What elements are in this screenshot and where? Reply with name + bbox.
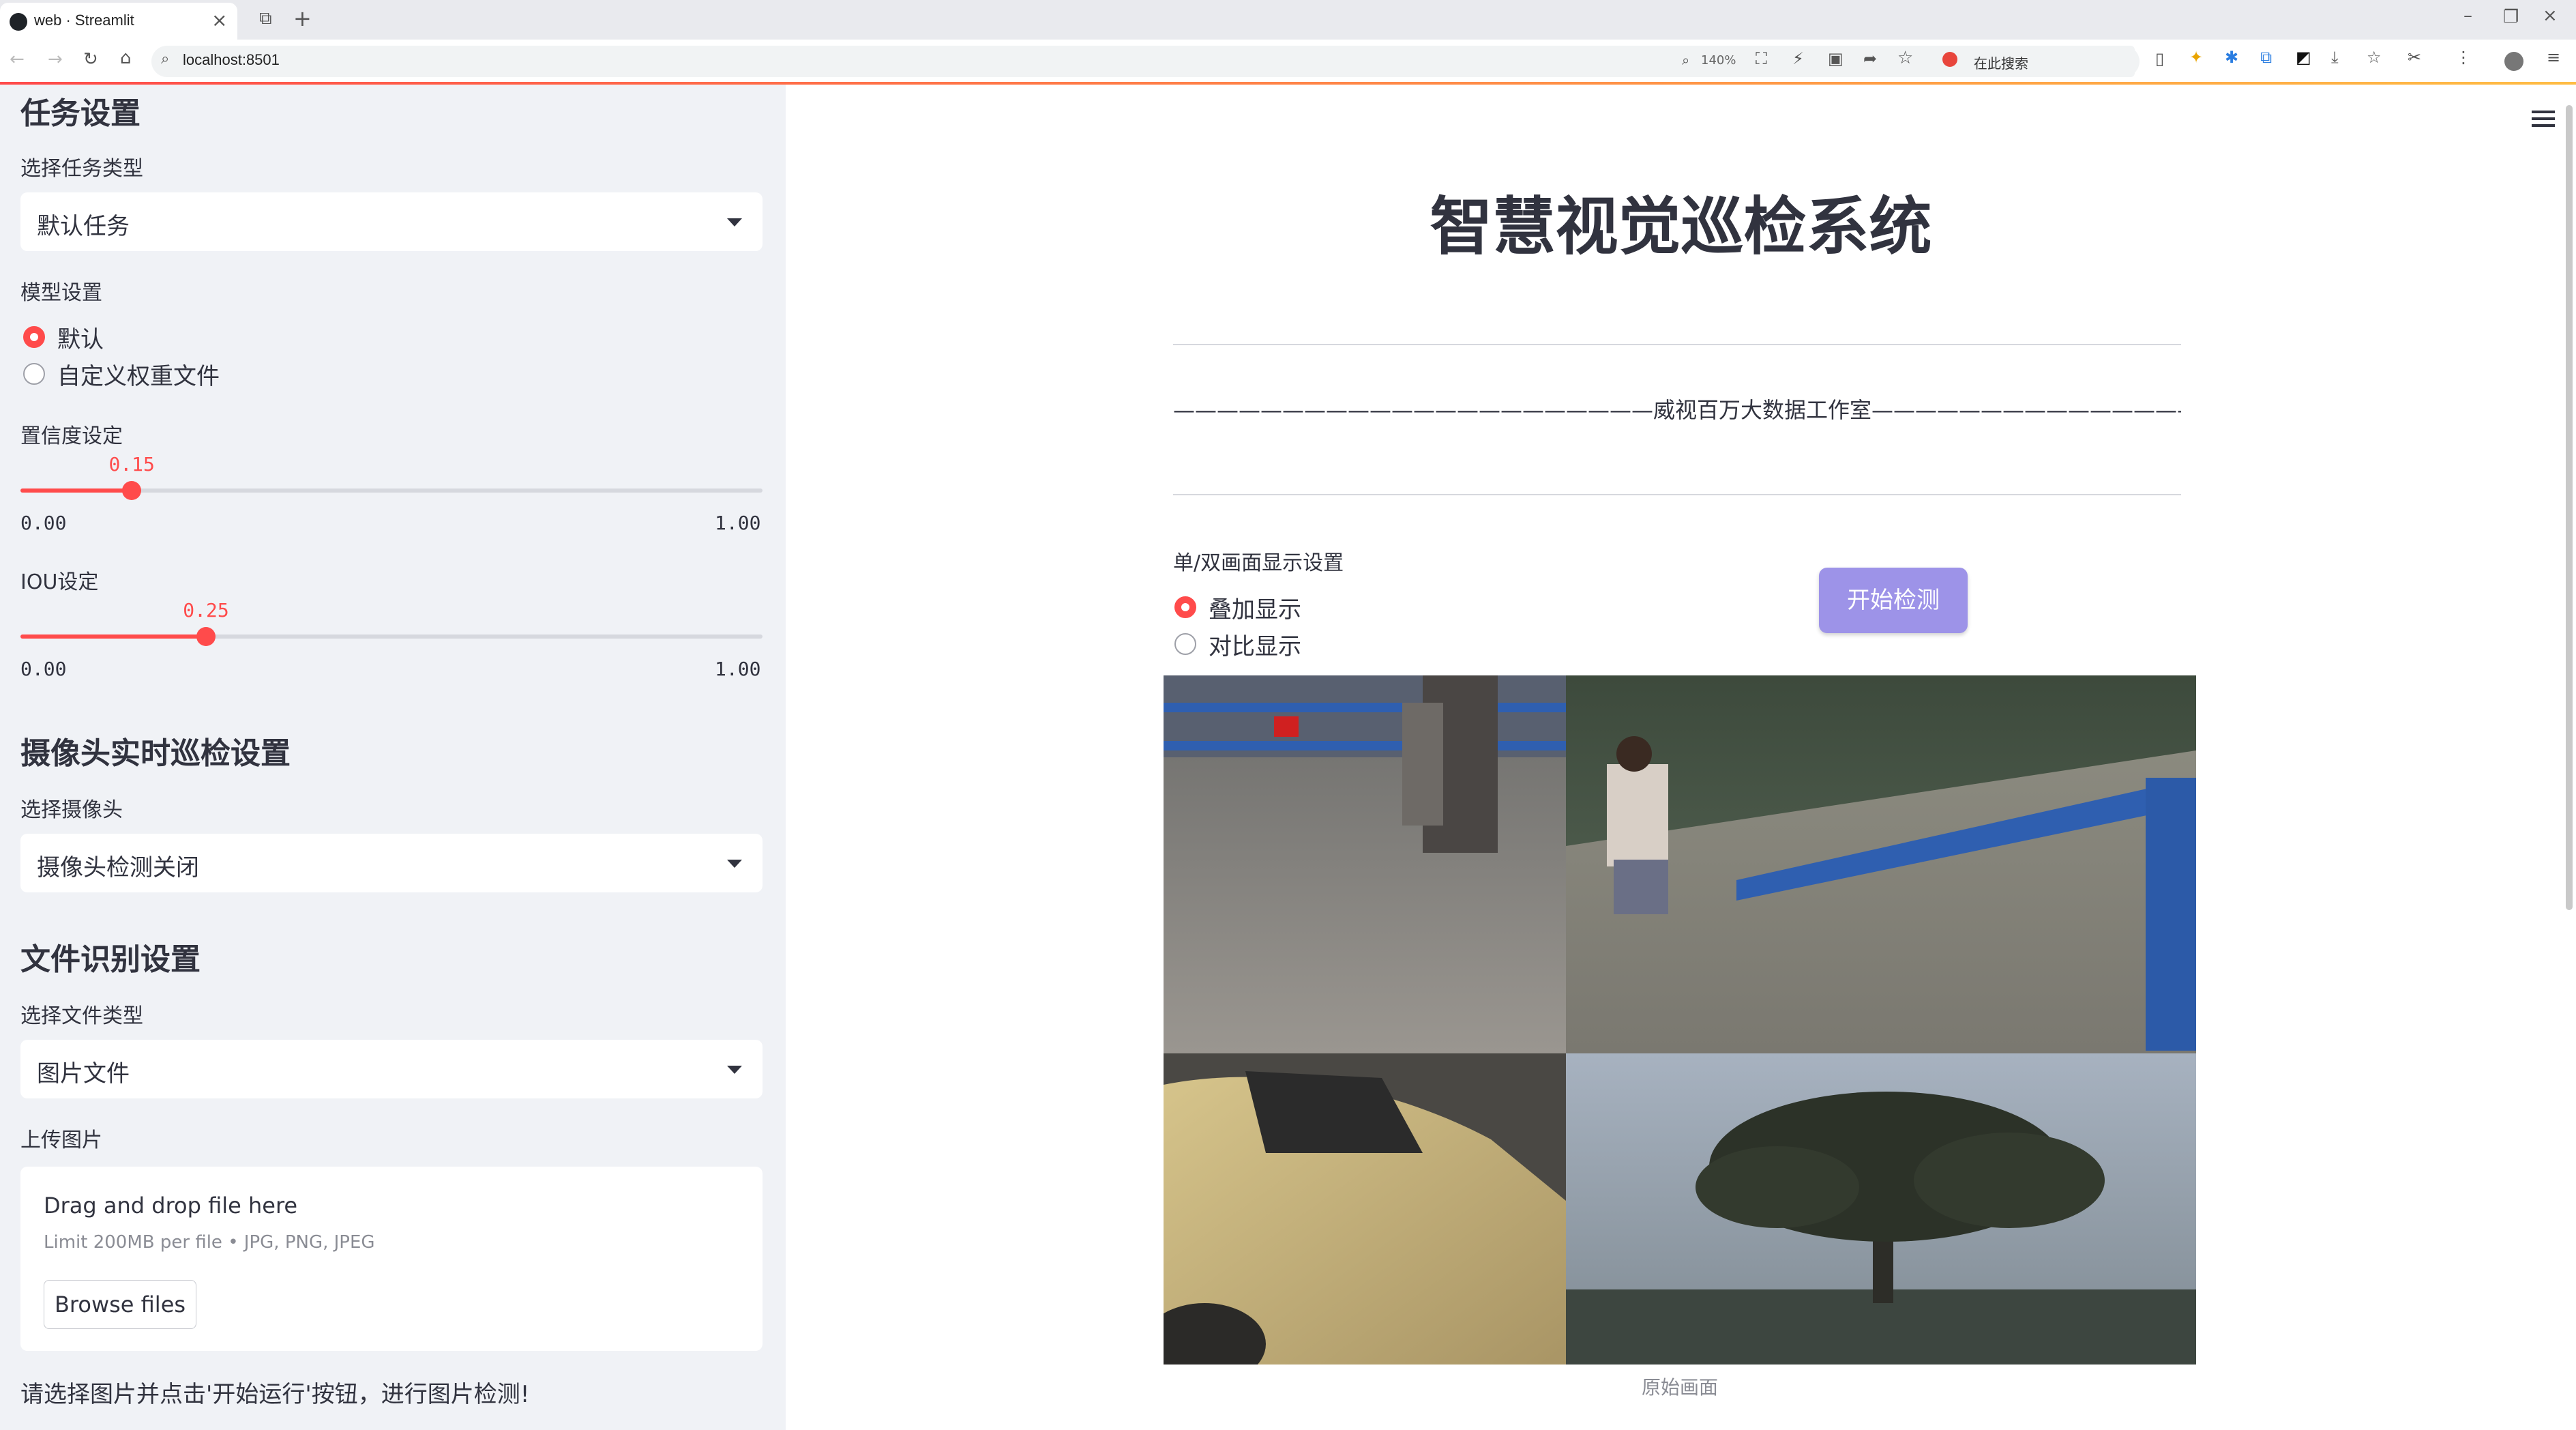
iou-min: 0.00 xyxy=(20,658,67,680)
more-icon[interactable]: ⋮ xyxy=(2455,48,2472,67)
task-type-select[interactable]: 默认任务 xyxy=(20,192,763,251)
model-settings-label: 模型设置 xyxy=(20,281,102,305)
iou-value: 0.25 xyxy=(183,599,229,622)
divider-bottom xyxy=(1173,494,2181,495)
restore-icon[interactable]: ❐ xyxy=(2503,7,2519,27)
image-tile-car xyxy=(1164,1053,1566,1365)
display-overlay-radio[interactable] xyxy=(1174,596,1196,618)
camera-label: 选择摄像头 xyxy=(20,798,123,822)
task-settings-header: 任务设置 xyxy=(20,96,140,131)
share-icon[interactable]: ➦ xyxy=(1863,49,1877,68)
search-placeholder: 在此搜索 xyxy=(1974,55,2028,72)
extension3-icon[interactable]: ⧉ xyxy=(2260,48,2272,67)
file-settings-header: 文件识别设置 xyxy=(20,942,201,977)
upload-drop-text: Drag and drop file here xyxy=(44,1193,298,1219)
capture-icon[interactable]: ▣ xyxy=(1828,49,1844,68)
image-tile-bridge xyxy=(1164,675,1566,1053)
file-type-label: 选择文件类型 xyxy=(20,1004,143,1028)
zoom-level: 140% xyxy=(1701,53,1736,68)
upload-hint: 请选择图片并点击'开始运行'按钮，进行图片检测! xyxy=(20,1381,530,1408)
streamlit-favicon-icon xyxy=(10,13,27,31)
iou-slider-thumb[interactable] xyxy=(196,627,216,646)
upload-label: 上传图片 xyxy=(20,1128,102,1152)
new-tab-icon[interactable]: + xyxy=(293,5,312,31)
avatar[interactable] xyxy=(2504,52,2523,71)
browser-tab-bar: web · Streamlit × ⧉ + – ❐ × xyxy=(0,0,2576,40)
file-uploader[interactable]: Drag and drop file here Limit 200MB per … xyxy=(20,1167,763,1351)
browse-files-button[interactable]: Browse files xyxy=(44,1280,196,1329)
model-default-label: 默认 xyxy=(57,326,104,353)
favorites-icon[interactable]: ☆ xyxy=(2367,48,2382,67)
confidence-value: 0.15 xyxy=(108,453,155,476)
tab-list-icon[interactable]: ⧉ xyxy=(259,8,272,29)
confidence-min: 0.00 xyxy=(20,512,67,534)
iou-max: 1.00 xyxy=(715,658,761,680)
model-custom-label: 自定义权重文件 xyxy=(57,363,220,390)
iou-label: IOU设定 xyxy=(20,570,99,594)
download-icon[interactable]: ⤓ xyxy=(2331,48,2339,67)
url-text: localhost:8501 xyxy=(183,51,280,68)
model-custom-radio[interactable] xyxy=(23,363,45,385)
translate-icon[interactable]: ⛶ xyxy=(1756,49,1767,68)
display-compare-radio[interactable] xyxy=(1174,633,1196,655)
minimize-icon[interactable]: – xyxy=(2463,5,2472,26)
sidebar: 任务设置 选择任务类型 默认任务 模型设置 默认 自定义权重文件 置信度设定 0… xyxy=(0,85,786,1430)
page-title: 智慧视觉巡检系统 xyxy=(1430,190,1932,263)
device-icon[interactable]: ▯ xyxy=(2155,49,2164,68)
camera-settings-header: 摄像头实时巡检设置 xyxy=(20,736,291,771)
model-default-radio[interactable] xyxy=(23,326,45,348)
task-type-label: 选择任务类型 xyxy=(20,157,143,181)
confidence-slider-thumb[interactable] xyxy=(122,481,142,500)
forward-icon[interactable]: → xyxy=(48,49,63,70)
iou-slider-fill xyxy=(20,634,206,639)
camera-value: 摄像头检测关闭 xyxy=(37,854,199,881)
bookmark-star-icon[interactable]: ☆ xyxy=(1897,48,1913,68)
search-icon: ⌕ xyxy=(161,50,170,68)
window-close-icon[interactable]: × xyxy=(2543,5,2558,26)
chevron-down-icon xyxy=(727,860,742,868)
search-box[interactable] xyxy=(1937,46,2135,77)
reload-icon[interactable]: ↻ xyxy=(83,49,98,70)
close-tab-icon[interactable]: × xyxy=(211,9,227,31)
confidence-slider[interactable] xyxy=(20,481,763,500)
upload-limit-text: Limit 200MB per file • JPG, PNG, JPEG xyxy=(44,1232,375,1253)
chevron-down-icon xyxy=(727,218,742,227)
start-detection-button[interactable]: 开始检测 xyxy=(1819,568,1968,633)
search-engine-icon xyxy=(1942,52,1957,67)
hamburger-menu-icon[interactable] xyxy=(2532,111,2555,113)
file-type-value: 图片文件 xyxy=(37,1060,130,1088)
image-caption: 原始画面 xyxy=(1641,1376,1718,1399)
home-icon[interactable]: ⌂ xyxy=(120,48,132,68)
confidence-slider-fill xyxy=(20,488,132,493)
task-type-value: 默认任务 xyxy=(37,213,130,240)
display-mode-label: 单/双画面显示设置 xyxy=(1173,551,1344,575)
address-bar: ← → ↻ ⌂ ⌕ localhost:8501 ⌕ 140% ⛶ ⚡ ▣ ➦ … xyxy=(0,40,2576,83)
iou-slider[interactable] xyxy=(20,627,763,646)
detection-image xyxy=(1164,675,2196,1365)
main-content: 智慧视觉巡检系统 ——————————————————————威视百万大数据工作… xyxy=(786,85,2576,1430)
lightning-icon[interactable]: ⚡ xyxy=(1792,49,1804,68)
back-icon[interactable]: ← xyxy=(10,49,25,70)
confidence-max: 1.00 xyxy=(715,512,761,534)
camera-select[interactable]: 摄像头检测关闭 xyxy=(20,834,763,892)
extension4-icon[interactable]: ◩ xyxy=(2296,48,2311,67)
tab-title: web · Streamlit xyxy=(34,12,134,29)
zoom-icon[interactable]: ⌕ xyxy=(1682,52,1689,68)
chevron-down-icon xyxy=(727,1066,742,1074)
divider-top xyxy=(1173,344,2181,345)
image-tile-tree xyxy=(1566,1053,2196,1365)
browser-tab[interactable]: web · Streamlit × xyxy=(0,3,237,40)
extension2-icon[interactable]: ✱ xyxy=(2225,48,2238,67)
subtitle: ——————————————————————威视百万大数据工作室————————… xyxy=(1173,397,2181,423)
scissors-icon[interactable]: ✂ xyxy=(2408,48,2421,67)
confidence-label: 置信度设定 xyxy=(20,424,123,448)
image-tile-person xyxy=(1566,675,2196,1053)
extension-icon[interactable]: ✦ xyxy=(2189,48,2203,67)
display-overlay-label: 叠加显示 xyxy=(1209,596,1301,624)
menu-icon[interactable]: ≡ xyxy=(2547,48,2560,67)
file-type-select[interactable]: 图片文件 xyxy=(20,1040,763,1098)
display-compare-label: 对比显示 xyxy=(1209,633,1301,660)
